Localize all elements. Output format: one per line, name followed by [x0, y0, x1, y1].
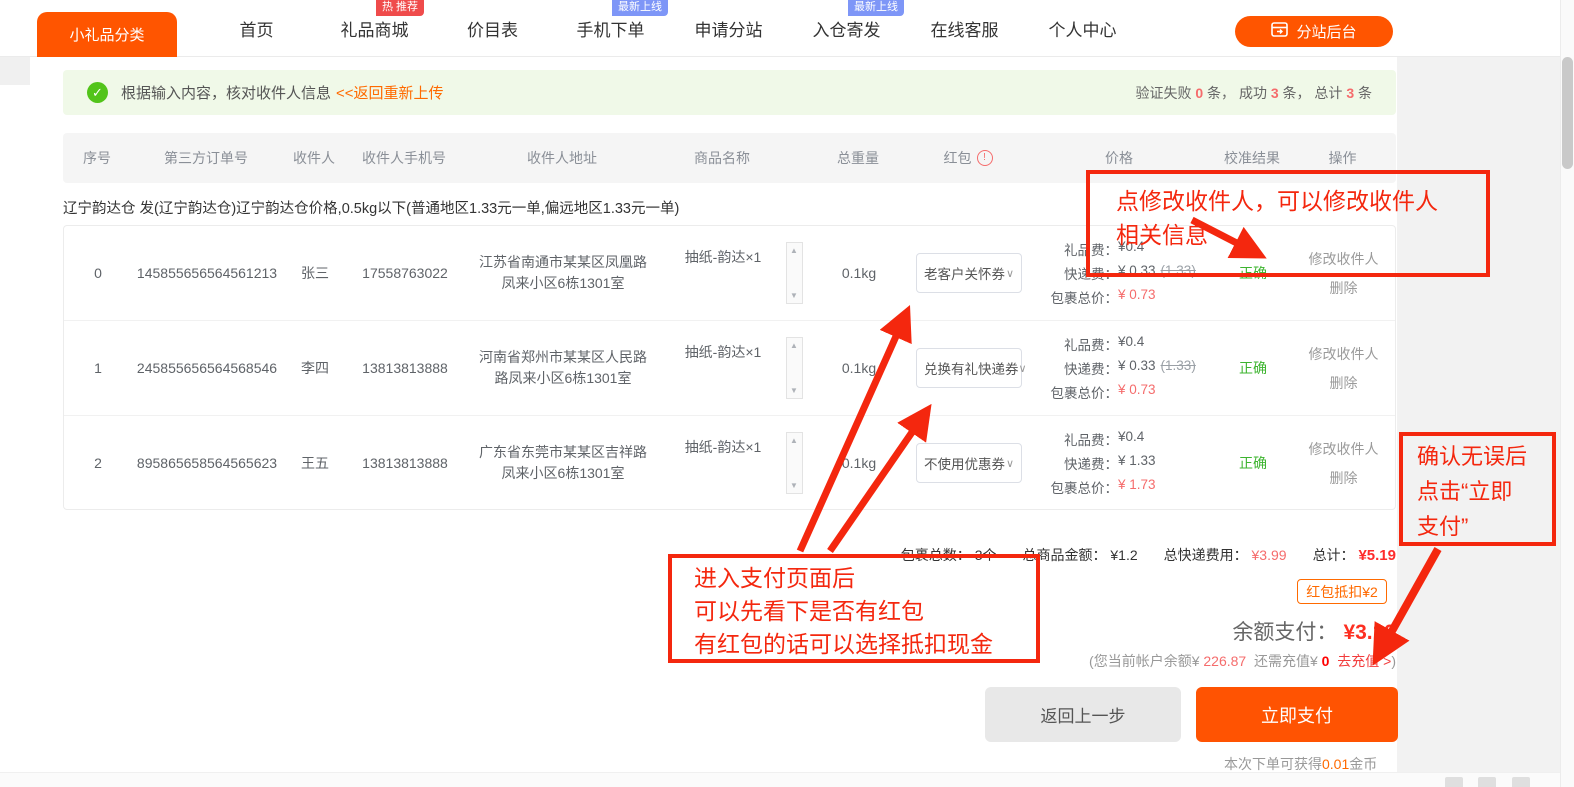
- redpacket-info-icon[interactable]: !: [977, 150, 993, 166]
- new-badge: 最新上线: [612, 0, 668, 16]
- cell-prices: 礼品费：¥0.4 快递费：¥ 1.33 包裹总价：¥ 1.73: [1026, 429, 1214, 497]
- cell-recipient: 张三: [282, 263, 348, 283]
- nav-item-personal-center[interactable]: 个人中心: [1040, 16, 1125, 41]
- new-badge: 最新上线: [848, 0, 904, 16]
- verify-stats: 验证失败 0 条， 成功 3 条， 总计 3 条: [1135, 83, 1372, 103]
- edit-recipient-link[interactable]: 修改收件人: [1309, 344, 1379, 364]
- nav-item-mobile-order[interactable]: 手机下单最新上线: [568, 16, 653, 41]
- table-row: 1 245855656564568546 李四 13813813888 河南省郑…: [64, 320, 1395, 415]
- cell-order-no: 245855656564568546: [132, 360, 282, 376]
- cell-index: 1: [64, 360, 132, 376]
- page-background-right: [1397, 57, 1560, 787]
- scroll-up-icon[interactable]: ▲: [790, 436, 798, 445]
- floating-widget-icon[interactable]: [1445, 777, 1463, 787]
- scroll-down-icon[interactable]: ▼: [790, 481, 798, 490]
- cell-product: 抽纸-韵达×1: [664, 416, 782, 457]
- cell-address: 河南省郑州市某某区人民路路凤来小区6栋1301室: [462, 347, 664, 389]
- nav-item-home[interactable]: 首页: [214, 16, 299, 41]
- pay-now-button[interactable]: 立即支付: [1196, 687, 1398, 742]
- scroll-up-icon[interactable]: ▲: [790, 246, 798, 255]
- page: 小礼品分类 首页 礼品商城热 推荐 价目表 手机下单最新上线 申请分站 入仓寄发…: [0, 0, 1574, 787]
- annotation-confirm-pay: 确认无误后 点击“立即 支付”: [1399, 432, 1556, 546]
- nav-item-gift-mall[interactable]: 礼品商城热 推荐: [332, 16, 417, 41]
- cell-index: 2: [64, 455, 132, 471]
- cell-order-no: 145855656564561213: [132, 265, 282, 281]
- page-background-bottom: [0, 772, 1560, 787]
- scrollbar-thumb[interactable]: [1562, 57, 1573, 169]
- cell-address: 广东省东莞市某某区吉祥路凤来小区6栋1301室: [462, 442, 664, 484]
- banner-message: 根据输入内容，核对收件人信息: [121, 82, 331, 103]
- product-list-scrollbar[interactable]: ▲▼: [786, 337, 803, 399]
- floating-widget-icon[interactable]: [1478, 777, 1496, 787]
- scroll-up-icon[interactable]: ▲: [790, 341, 798, 350]
- cell-actions: 修改收件人删除: [1292, 439, 1395, 488]
- cell-product: 抽纸-韵达×1: [664, 226, 782, 267]
- chevron-down-icon: ∨: [1006, 457, 1014, 470]
- coupon-select[interactable]: 不使用优惠券∨: [916, 443, 1022, 483]
- balance-payment: 余额支付：¥3.19: [1232, 616, 1396, 646]
- coin-reward-note: 本次下单可获得0.01金币: [1224, 754, 1377, 774]
- status-badge: 正确: [1214, 453, 1292, 473]
- reupload-link[interactable]: <<返回重新上传: [336, 82, 444, 103]
- cell-weight: 0.1kg: [806, 265, 912, 281]
- scroll-down-icon[interactable]: ▼: [790, 386, 798, 395]
- edit-recipient-link[interactable]: 修改收件人: [1309, 439, 1379, 459]
- cell-actions: 修改收件人删除: [1292, 344, 1395, 393]
- chevron-down-icon: ∨: [1006, 267, 1014, 280]
- coupon-select[interactable]: 老客户关怀券∨: [916, 253, 1022, 293]
- delete-link[interactable]: 删除: [1330, 373, 1358, 393]
- hot-badge: 热 推荐: [376, 0, 424, 16]
- cell-address: 江苏省南通市某某区凤凰路凤来小区6栋1301室: [462, 252, 664, 294]
- annotation-redpacket-tip: 进入支付页面后 可以先看下是否有红包 有红包的话可以选择抵扣现金: [668, 554, 1040, 663]
- success-check-icon: ✓: [87, 82, 108, 103]
- coupon-select[interactable]: 兑换有礼快递券∨: [916, 348, 1022, 388]
- floating-widget-icon[interactable]: [1512, 777, 1530, 787]
- delete-link[interactable]: 删除: [1330, 278, 1358, 298]
- cell-phone: 17558763022: [348, 265, 462, 281]
- delete-link[interactable]: 删除: [1330, 468, 1358, 488]
- nav-menu: 首页 礼品商城热 推荐 价目表 手机下单最新上线 申请分站 入仓寄发最新上线 在…: [214, 0, 1125, 57]
- archive-box-icon: [1271, 22, 1288, 41]
- substation-backend-button[interactable]: 分站后台: [1235, 16, 1393, 47]
- cell-phone: 13813813888: [348, 360, 462, 376]
- vertical-scrollbar[interactable]: [1560, 0, 1574, 787]
- verify-result-banner: ✓ 根据输入内容，核对收件人信息 <<返回重新上传 验证失败 0 条， 成功 3…: [63, 70, 1396, 115]
- cell-prices: 礼品费：¥0.4 快递费：¥ 0.33(1.33) 包裹总价：¥ 0.73: [1026, 334, 1214, 402]
- recharge-link[interactable]: 去充值 >: [1329, 653, 1391, 669]
- back-button[interactable]: 返回上一步: [985, 687, 1181, 742]
- cell-recipient: 王五: [282, 453, 348, 473]
- cell-recipient: 李四: [282, 358, 348, 378]
- redpacket-deduction-badge[interactable]: 红包抵扣¥2: [1297, 579, 1387, 604]
- top-navigation: 小礼品分类 首页 礼品商城热 推荐 价目表 手机下单最新上线 申请分站 入仓寄发…: [0, 0, 1560, 57]
- balance-amount: ¥3.19: [1343, 621, 1396, 644]
- account-balance-note: (您当前帐户余额¥ 226.87 还需充值¥ 0 去充值 >): [1089, 651, 1396, 671]
- nav-item-online-service[interactable]: 在线客服: [922, 16, 1007, 41]
- cell-order-no: 895865658564565623: [132, 455, 282, 471]
- cell-weight: 0.1kg: [806, 360, 912, 376]
- tab-gift-categories[interactable]: 小礼品分类: [37, 12, 177, 57]
- left-edge-block: [0, 57, 30, 85]
- product-list-scrollbar[interactable]: ▲▼: [786, 242, 803, 304]
- scroll-down-icon[interactable]: ▼: [790, 291, 798, 300]
- nav-item-apply-substation[interactable]: 申请分站: [686, 16, 771, 41]
- cell-index: 0: [64, 265, 132, 281]
- annotation-edit-recipient: 点修改收件人，可以修改收件人 相关信息: [1086, 170, 1490, 277]
- warehouse-price-note: 辽宁韵达仓 发(辽宁韵达仓)辽宁韵达仓价格,0.5kg以下(普通地区1.33元一…: [63, 197, 679, 218]
- cell-product: 抽纸-韵达×1: [664, 321, 782, 362]
- nav-item-warehouse-send[interactable]: 入仓寄发最新上线: [804, 16, 889, 41]
- table-row: 2 895865658564565623 王五 13813813888 广东省东…: [64, 415, 1395, 510]
- status-badge: 正确: [1214, 358, 1292, 378]
- cell-weight: 0.1kg: [806, 455, 912, 471]
- nav-item-price-list[interactable]: 价目表: [450, 16, 535, 41]
- product-list-scrollbar[interactable]: ▲▼: [786, 432, 803, 494]
- cell-phone: 13813813888: [348, 455, 462, 471]
